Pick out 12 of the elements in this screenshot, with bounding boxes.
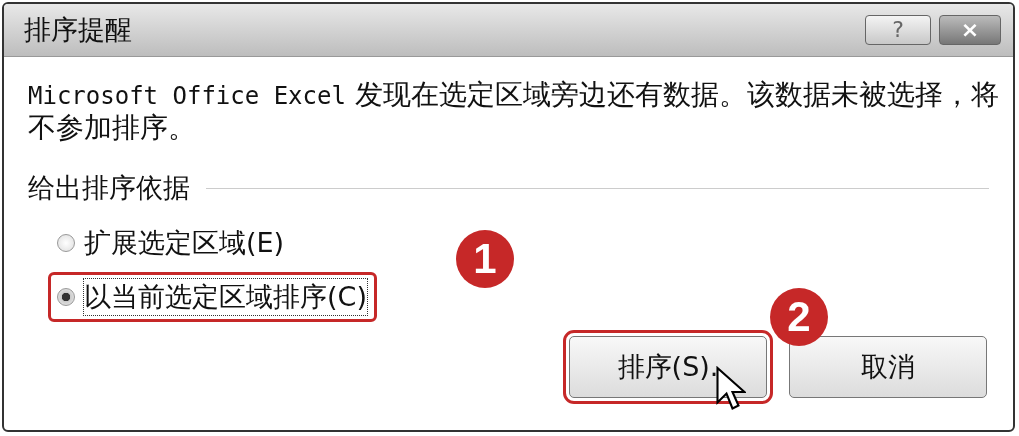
group-label: 给出排序依据 <box>28 171 190 205</box>
radio-button[interactable] <box>57 234 75 252</box>
cursor-icon <box>716 366 746 412</box>
window-title: 排序提醒 <box>24 13 132 47</box>
help-button[interactable]: ? <box>865 15 931 45</box>
radio-option[interactable]: 以当前选定区域排序(C) <box>48 272 377 322</box>
dialog-button[interactable]: 取消 <box>789 336 987 398</box>
radio-option[interactable]: 扩展选定区域(E) <box>48 218 295 268</box>
step-badge: 2 <box>770 288 828 346</box>
radio-button[interactable] <box>57 288 75 306</box>
message-text: Microsoft Office Excel 发现在选定区域旁边还有数据。该数据未被选择，将不参加排序。 <box>28 79 1000 144</box>
step-badge: 1 <box>456 230 514 288</box>
